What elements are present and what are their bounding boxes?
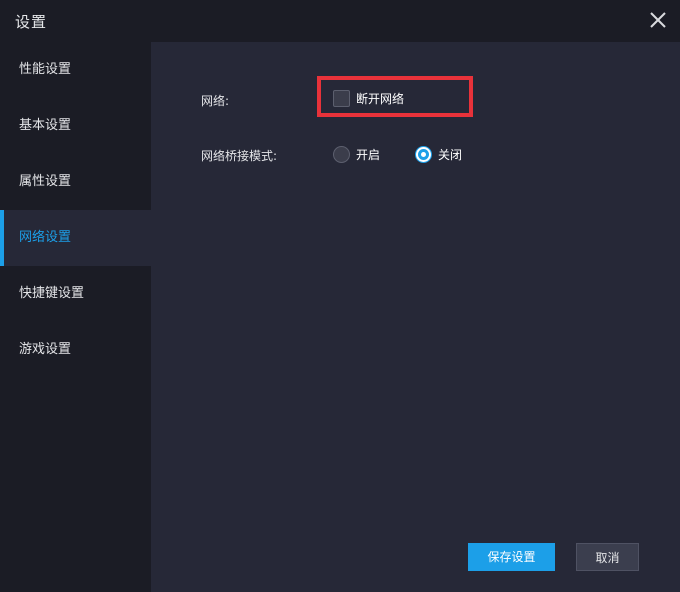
checkbox-box[interactable]: [333, 90, 350, 107]
window-title: 设置: [15, 13, 48, 31]
sidebar: 性能设置 基本设置 属性设置 网络设置 快捷键设置 游戏设置: [0, 42, 151, 592]
sidebar-item-shortcuts[interactable]: 快捷键设置: [0, 266, 151, 322]
settings-window: 设置 性能设置 基本设置 属性设置 网络设置 快捷键设置 游戏设置 网络: 断开…: [0, 0, 680, 592]
close-icon: [650, 12, 666, 28]
sidebar-item-properties[interactable]: 属性设置: [0, 154, 151, 210]
title-bar: 设置: [0, 0, 680, 42]
disconnect-network-checkbox[interactable]: 断开网络: [333, 90, 404, 107]
network-settings-panel: 网络: 断开网络 网络桥接模式: 开启 关闭 保存设置 取消: [151, 42, 680, 592]
sidebar-item-label: 属性设置: [19, 174, 72, 189]
sidebar-item-label: 性能设置: [19, 62, 72, 77]
network-label: 网络:: [201, 94, 230, 108]
sidebar-item-basic[interactable]: 基本设置: [0, 98, 151, 154]
network-row: 网络:: [201, 92, 229, 109]
radio-button[interactable]: [333, 146, 350, 163]
bridge-mode-row: 网络桥接模式:: [201, 147, 277, 164]
bridge-mode-on-radio[interactable]: 开启: [333, 146, 380, 163]
radio-label-on: 开启: [356, 148, 381, 162]
sidebar-item-label: 快捷键设置: [19, 286, 85, 301]
close-button[interactable]: [646, 8, 670, 32]
radio-button-selected[interactable]: [415, 146, 432, 163]
sidebar-item-performance[interactable]: 性能设置: [0, 42, 151, 98]
sidebar-item-network[interactable]: 网络设置: [0, 210, 151, 266]
disconnect-network-label: 断开网络: [356, 92, 405, 106]
sidebar-item-games[interactable]: 游戏设置: [0, 322, 151, 378]
bridge-mode-off-radio[interactable]: 关闭: [415, 146, 462, 163]
sidebar-item-label: 网络设置: [19, 230, 72, 245]
bridge-mode-label: 网络桥接模式:: [201, 149, 278, 163]
save-settings-button[interactable]: 保存设置: [468, 543, 555, 571]
cancel-button[interactable]: 取消: [576, 543, 639, 571]
sidebar-item-label: 基本设置: [19, 118, 72, 133]
sidebar-item-label: 游戏设置: [19, 342, 72, 357]
radio-label-off: 关闭: [438, 148, 463, 162]
